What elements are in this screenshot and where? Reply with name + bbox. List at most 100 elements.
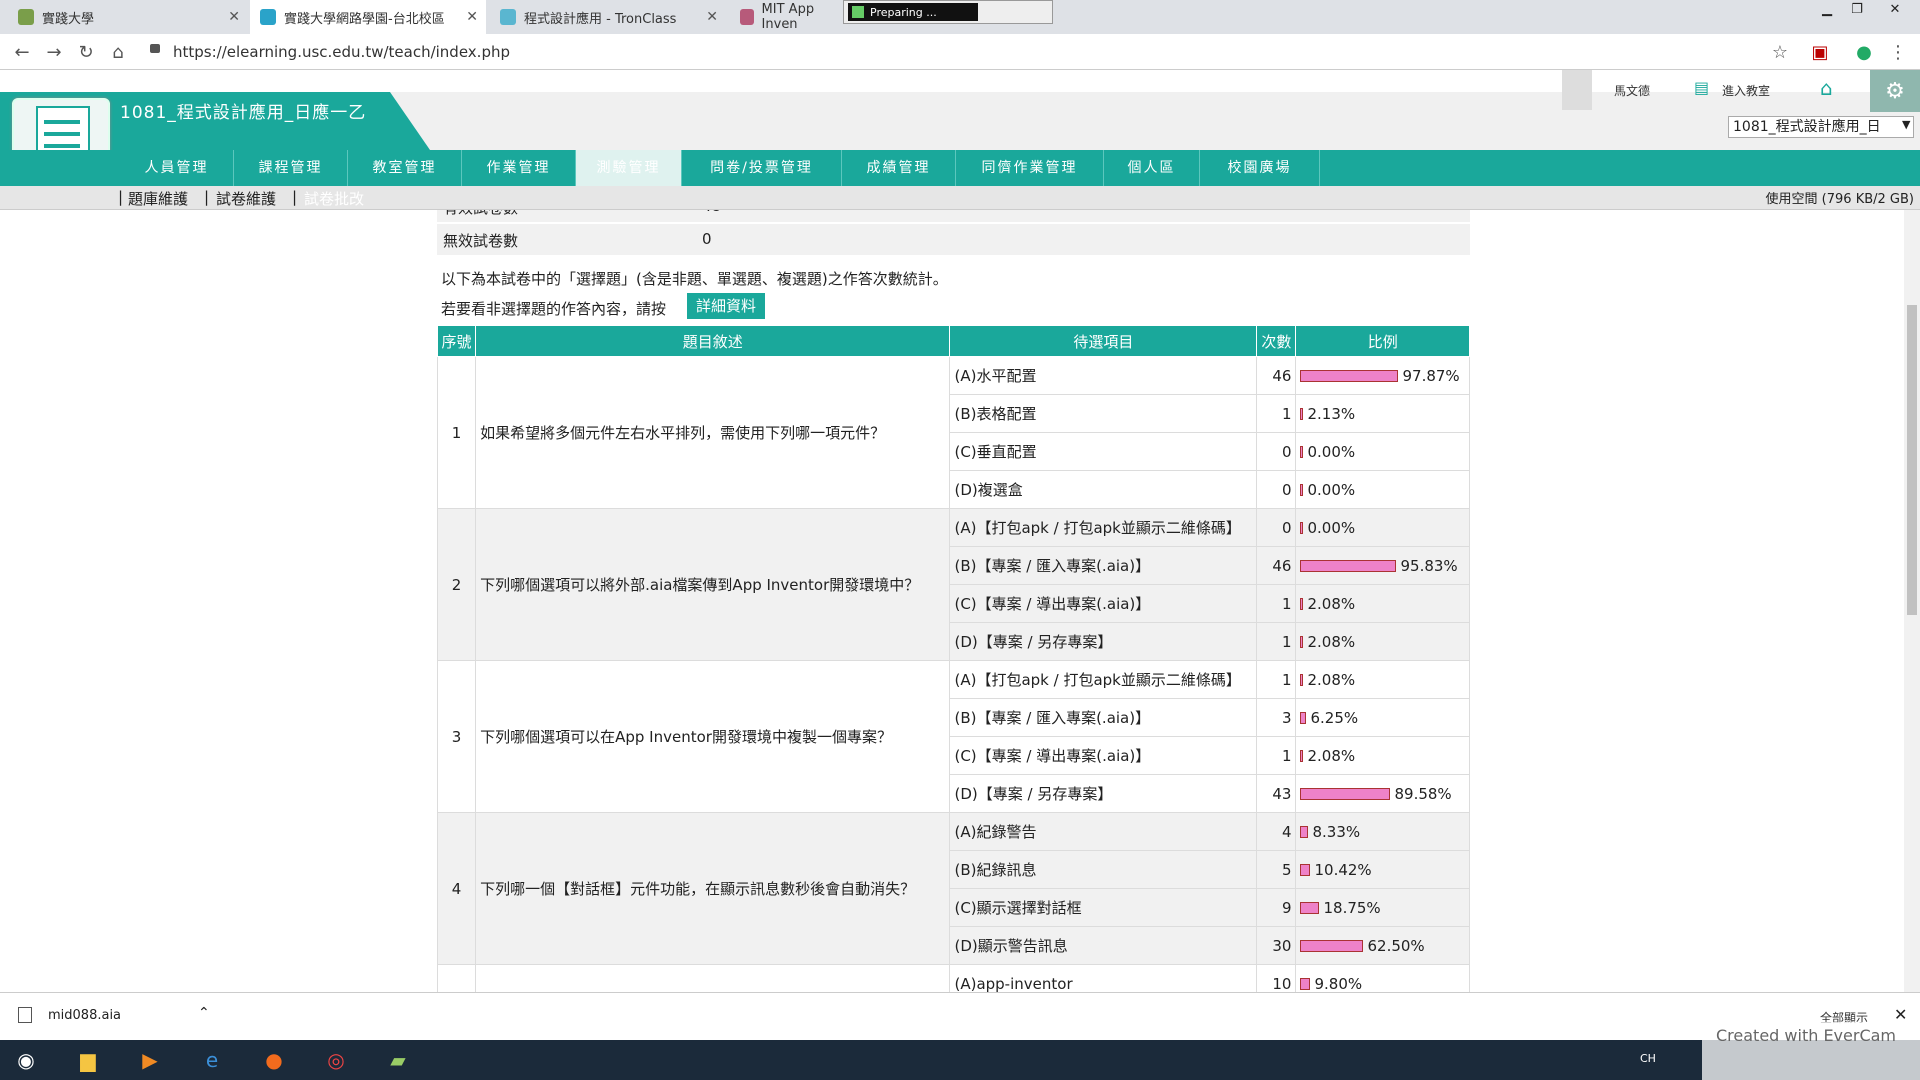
option-label: (B)紀錄訊息 <box>949 850 1258 889</box>
detail-button[interactable]: 詳細資料 <box>687 293 765 319</box>
reload-icon[interactable]: ↻ <box>74 40 98 64</box>
option-label: (A)app-inventor <box>949 964 1258 992</box>
question-number <box>437 964 477 992</box>
table-row: 4 下列哪一個【對話框】元件功能，在顯示訊息數秒後會自動消失？ (A)紀錄警告 4 8.… <box>437 812 1470 965</box>
option-count: 46 <box>1256 356 1297 395</box>
tab-title: 程式設計應用 - TronClass <box>524 11 677 27</box>
course-title: 1081_程式設計應用_日應一乙 <box>120 103 367 123</box>
user-name[interactable]: 馬文德 <box>1614 82 1650 99</box>
subnav-grading[interactable]: 試卷批改 <box>304 188 364 209</box>
preparing-text: Preparing ... <box>870 5 937 19</box>
nav-personal[interactable]: 個人區 <box>1104 150 1200 186</box>
browser-tab-3[interactable]: 程式設計應用 - TronClass ✕ <box>490 0 726 34</box>
download-item[interactable]: mid088.aia ⌃ <box>18 1005 218 1029</box>
menu-icon[interactable]: ⋮ <box>1886 40 1910 64</box>
subnav-question-bank[interactable]: 題庫維護 <box>128 188 188 209</box>
pdf-extension-icon[interactable]: ▣ <box>1808 40 1832 64</box>
chrome-icon[interactable]: ◎ <box>310 1043 362 1077</box>
ratio-text: 2.08% <box>1307 632 1356 651</box>
option-label: (B)表格配置 <box>949 394 1258 433</box>
nav-course[interactable]: 課程管理 <box>234 150 348 186</box>
browser-tab-1[interactable]: 實踐大學 ✕ <box>8 0 248 34</box>
non-choice-note: 若要看非選擇題的作答內容，請按 <box>441 300 667 318</box>
classroom-icon[interactable]: ▤ <box>1694 78 1709 97</box>
header-question: 題目敘述 <box>475 325 951 357</box>
nav-peer-homework[interactable]: 同儕作業管理 <box>956 150 1104 186</box>
window-close-icon[interactable]: ✕ <box>1880 0 1910 18</box>
ratio-bar <box>1300 788 1391 800</box>
ratio-bar <box>1300 446 1304 458</box>
valid-value: 48 <box>702 210 721 215</box>
scrollbar-thumb[interactable] <box>1907 305 1917 615</box>
ratio-text: 10.42% <box>1314 860 1372 879</box>
storage-usage: 使用空間 (796 KB/2 GB) <box>1765 192 1914 207</box>
ratio-text: 0.00% <box>1307 480 1356 499</box>
url-input[interactable]: https://elearning.usc.edu.tw/teach/index… <box>173 40 510 64</box>
nav-survey[interactable]: 問卷/投票管理 <box>682 150 842 186</box>
start-icon[interactable]: ◉ <box>0 1043 52 1077</box>
option-ratio: 18.75% <box>1295 888 1470 927</box>
option-count: 3 <box>1256 698 1297 737</box>
nav-classroom[interactable]: 教室管理 <box>348 150 462 186</box>
lock-icon <box>150 44 160 53</box>
enter-classroom-link[interactable]: 進入教室 <box>1722 82 1770 99</box>
windows-taskbar: ◉ ▆ ▶ e ● ◎ ▰ CH <box>0 1040 1920 1080</box>
stats-table: 序號 題目敘述 待選項目 次數 比例 1 如果希望將多個元件左右水平排列，需使用下… <box>437 325 1470 992</box>
tab-close-icon[interactable]: ✕ <box>466 9 478 25</box>
ratio-bar <box>1300 370 1399 382</box>
option-label: (A)紀錄警告 <box>949 812 1258 851</box>
invalid-label: 無效試卷數 <box>443 232 519 250</box>
ratio-text: 0.00% <box>1307 518 1356 537</box>
nav-grades[interactable]: 成績管理 <box>842 150 956 186</box>
home-icon[interactable]: ⌂ <box>106 40 130 64</box>
table-row: (A)app-inventor 10 9.80% <box>437 964 1470 992</box>
stats-note: 以下為本試卷中的「選擇題」(含是非題、單選題、複選題)之作答次數統計。 <box>441 270 948 288</box>
lms-header: 1081_程式設計應用_日應一乙 馬文德 ▤ 進入教室 ⌂ ⚙ 1081_程式設… <box>0 70 1920 186</box>
file-explorer-icon[interactable]: ▆ <box>62 1043 114 1077</box>
media-player-icon[interactable]: ▶ <box>124 1043 176 1077</box>
minimize-icon[interactable]: ▁ <box>1812 0 1842 18</box>
profile-icon[interactable]: ● <box>1852 40 1876 64</box>
system-tray: CH <box>1640 1052 1656 1065</box>
option-ratio: 89.58% <box>1295 774 1470 813</box>
option-ratio: 6.25% <box>1295 698 1470 737</box>
back-icon[interactable]: ← <box>10 40 34 64</box>
android-icon[interactable]: ▰ <box>372 1043 424 1077</box>
nav-people[interactable]: 人員管理 <box>120 150 234 186</box>
option-label: (A)【打包apk / 打包apk並顯示二維條碼】 <box>949 660 1258 699</box>
browser-tab-2[interactable]: 實踐大學網路學園-台北校區 ✕ <box>250 0 486 34</box>
bookmark-star-icon[interactable]: ☆ <box>1768 40 1792 64</box>
tab-close-icon[interactable]: ✕ <box>228 9 240 25</box>
ie-icon[interactable]: e <box>186 1043 238 1077</box>
course-select[interactable]: 1081_程式設計應用_日 <box>1728 116 1914 138</box>
ratio-text: 2.13% <box>1307 404 1356 423</box>
ratio-bar <box>1300 484 1304 496</box>
browser-tab-4[interactable]: MIT App Inven <box>730 0 850 34</box>
option-count: 1 <box>1256 736 1297 775</box>
option-label: (D)複選盒 <box>949 470 1258 509</box>
firefox-icon[interactable]: ● <box>248 1043 300 1077</box>
forward-icon[interactable]: → <box>42 40 66 64</box>
tab-close-icon[interactable]: ✕ <box>706 9 718 25</box>
settings-gear-icon[interactable]: ⚙ <box>1870 70 1920 112</box>
nav-campus[interactable]: 校園廣場 <box>1200 150 1320 186</box>
option-label: (B)【專案 / 匯入專案(.aia)】 <box>949 698 1258 737</box>
option-count: 1 <box>1256 660 1297 699</box>
nav-homework[interactable]: 作業管理 <box>462 150 576 186</box>
option-label: (D)【專案 / 另存專案】 <box>949 774 1258 813</box>
option-label: (D)【專案 / 另存專案】 <box>949 622 1258 661</box>
page-scrollbar[interactable] <box>1904 210 1920 992</box>
option-count: 1 <box>1256 394 1297 433</box>
restore-icon[interactable]: ❐ <box>1842 0 1872 18</box>
ratio-text: 89.58% <box>1394 784 1452 803</box>
subnav-exam-paper[interactable]: 試卷維護 <box>216 188 276 209</box>
user-avatar-icon <box>1562 70 1592 110</box>
chevron-up-icon[interactable]: ⌃ <box>198 1005 210 1021</box>
header-number: 序號 <box>437 325 477 357</box>
ratio-bar <box>1300 750 1304 762</box>
downloads-bar: mid088.aia ⌃ 全部顯示 ✕ <box>0 992 1920 1040</box>
home-building-icon[interactable]: ⌂ <box>1820 76 1833 100</box>
chevron-down-icon: ▼ <box>1902 118 1911 131</box>
option-count: 0 <box>1256 432 1297 471</box>
nav-exam[interactable]: 測驗管理 <box>576 150 682 186</box>
